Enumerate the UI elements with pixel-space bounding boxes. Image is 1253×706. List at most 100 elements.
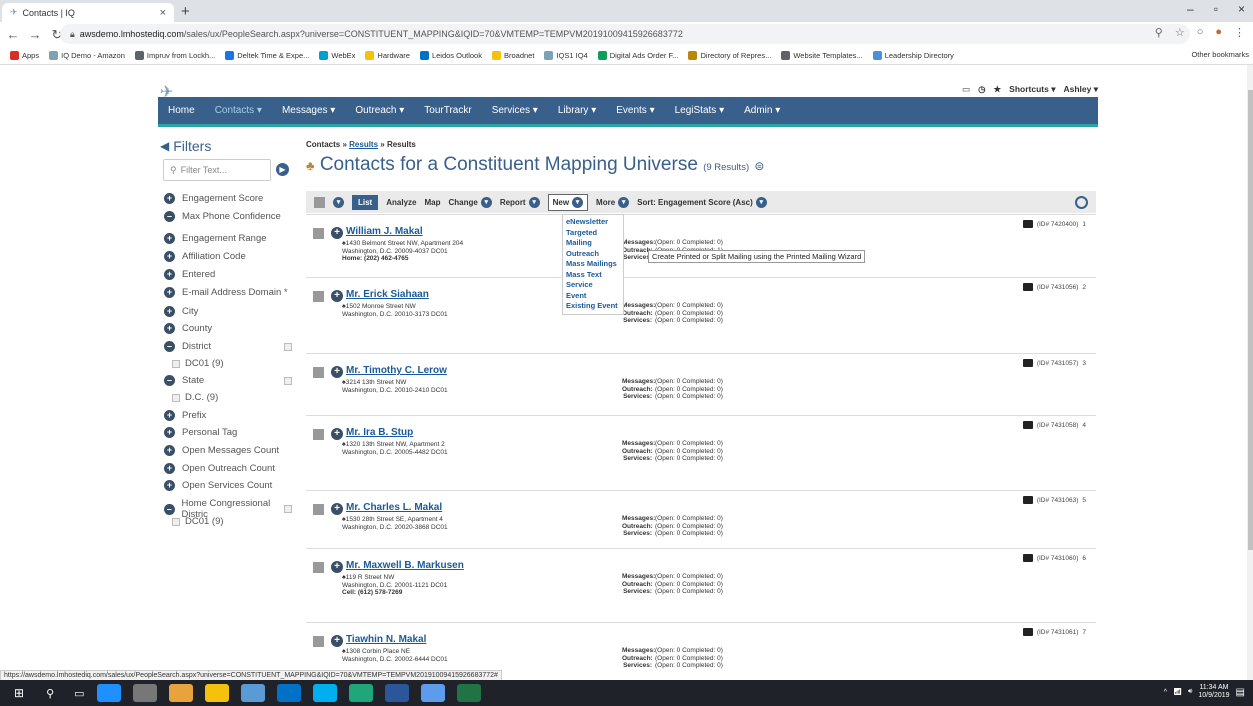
nav-item-legistats[interactable]: LegiStats ▾ [665,105,735,116]
collapse-minus-icon[interactable]: – [164,375,175,386]
filter-toggle-checkbox[interactable] [284,376,292,385]
nav-item-contacts[interactable]: Contacts ▾ [205,105,272,116]
chat-icon[interactable]: ▭ [962,84,970,95]
nav-item-events[interactable]: Events ▾ [606,105,664,116]
filter-item[interactable]: + Open Messages Count [164,445,294,456]
filter-item[interactable]: – Max Phone Confidence [164,211,294,222]
expand-plus-icon[interactable]: + [164,427,175,438]
unlock-icon[interactable] [1022,359,1033,367]
contact-name-link[interactable]: Mr. Erick Siahaan [346,289,429,300]
app-icon[interactable] [348,684,373,702]
unlock-icon[interactable] [1022,554,1033,562]
bookmark-item[interactable]: Hardware [365,51,410,60]
filter-item[interactable]: + Personal Tag [164,427,294,438]
map-button[interactable]: Map [424,198,440,207]
skype-app-icon[interactable] [312,684,337,702]
settings-gear-icon[interactable] [1075,196,1088,209]
expand-plus-icon[interactable]: + [164,445,175,456]
shortcuts-menu[interactable]: Shortcuts ▾ [1009,84,1055,95]
expand-plus-icon[interactable]: + [164,269,175,280]
unlock-icon[interactable] [1022,496,1033,504]
filter-item[interactable]: DC01 (9) [172,516,302,527]
nav-item-outreach[interactable]: Outreach ▾ [345,105,414,116]
nav-item-services[interactable]: Services ▾ [482,105,548,116]
bookmark-item[interactable]: Leidos Outlook [419,51,482,60]
contact-name-link[interactable]: Mr. Timothy C. Lerow [346,365,447,376]
tab-close-icon[interactable]: × [160,7,166,19]
new-menu-item[interactable]: Outreach [566,249,620,260]
network-icon[interactable]: 📶︎ [1173,688,1182,696]
unlock-icon[interactable] [1022,628,1033,636]
report-button[interactable]: Report ▾ [500,196,540,208]
refresh-icon[interactable]: ⊜ [754,159,764,173]
expand-plus-icon[interactable]: + [164,410,175,421]
select-dropdown-icon[interactable]: ▾ [333,196,344,208]
expand-plus-icon[interactable]: + [164,463,175,474]
filter-toggle-checkbox[interactable] [284,342,292,351]
contact-name-link[interactable]: Mr. Charles L. Makal [346,502,442,513]
bookmark-item[interactable]: Deltek Time & Expe... [225,51,309,60]
volume-icon[interactable]: 🔊︎ [1188,688,1192,696]
user-menu[interactable]: Ashley ▾ [1063,84,1098,95]
collapse-arrow-icon[interactable]: ◀ [160,139,169,153]
add-icon[interactable]: + [331,227,343,239]
filter-toggle-checkbox[interactable] [284,505,292,513]
app-icon[interactable] [420,684,445,702]
forward-arrow-icon[interactable]: → [26,27,44,42]
bookmark-item[interactable]: IQ Demo - Amazon [49,51,125,60]
filter-item[interactable]: + City [164,306,294,317]
clock[interactable]: 11:34 AM 10/9/2019 [1198,684,1229,700]
close-window-button[interactable]: × [1238,2,1245,16]
select-all-checkbox[interactable] [314,196,325,208]
add-icon[interactable]: + [331,290,343,302]
filter-item[interactable]: + Engagement Range [164,233,294,244]
breadcrumb-results-link[interactable]: Results [349,140,378,149]
bookmark-item[interactable]: Apps [10,51,39,60]
filter-checkbox[interactable] [172,393,180,402]
new-menu-item[interactable]: Mass Text [566,270,620,281]
expand-plus-icon[interactable]: + [164,480,175,491]
filter-text-input[interactable]: ⚲ Filter Text... [163,159,271,181]
expand-plus-icon[interactable]: + [164,306,175,317]
bookmark-item[interactable]: Impruv from Lockh... [134,51,215,60]
filter-item[interactable]: – State [164,375,294,386]
analyze-button[interactable]: Analyze [386,198,416,207]
contact-name-link[interactable]: Tiawhin N. Makal [346,634,426,645]
app-icon[interactable] [132,684,157,702]
bookmark-item[interactable]: Digital Ads Order F... [597,51,678,60]
expand-plus-icon[interactable]: + [164,193,175,204]
word-app-icon[interactable] [384,684,409,702]
unlock-icon[interactable] [1022,283,1033,291]
collapse-minus-icon[interactable]: – [164,211,175,222]
bookmark-item[interactable]: Broadnet [491,51,534,60]
record-checkbox[interactable] [313,367,324,378]
contact-name-link[interactable]: Mr. Ira B. Stup [346,427,413,438]
zoom-icon[interactable]: ⚲ [1155,26,1163,39]
filter-go-button[interactable]: ▶ [276,163,289,176]
excel-app-icon[interactable] [456,684,481,702]
tray-chevron-icon[interactable]: ^ [1164,689,1167,696]
nav-item-messages[interactable]: Messages ▾ [272,105,345,116]
new-menu-item[interactable]: Targeted Mailing [566,228,620,249]
file-explorer-icon[interactable] [204,684,229,702]
nav-item-tourtrackr[interactable]: TourTrackr [414,105,481,116]
history-icon[interactable]: ◷ [978,84,985,95]
contact-name-link[interactable]: Mr. Maxwell B. Markusen [346,560,464,571]
scrollbar-thumb[interactable] [1248,90,1253,550]
filter-item[interactable]: D.C. (9) [172,392,302,403]
bookmark-item[interactable]: WebEx [319,51,355,60]
maximize-button[interactable]: ▫ [1214,2,1218,16]
filter-item[interactable]: DC01 (9) [172,358,302,369]
unlock-icon[interactable] [1022,220,1033,228]
new-menu-item[interactable]: eNewsletter [566,217,620,228]
task-view-icon[interactable]: ▭ [74,687,84,700]
bookmark-item[interactable]: IQS1 IQ4 [544,51,588,60]
contact-name-link[interactable]: William J. Makal [346,226,423,237]
ie-app-icon[interactable] [96,684,121,702]
record-checkbox[interactable] [313,562,324,573]
new-menu-item[interactable]: Existing Event [566,301,620,312]
more-button[interactable]: More ▾ [596,196,630,208]
profile-avatar-icon[interactable]: ● [1215,26,1222,39]
expand-plus-icon[interactable]: + [164,251,175,262]
filter-item[interactable]: + Affiliation Code [164,251,294,262]
